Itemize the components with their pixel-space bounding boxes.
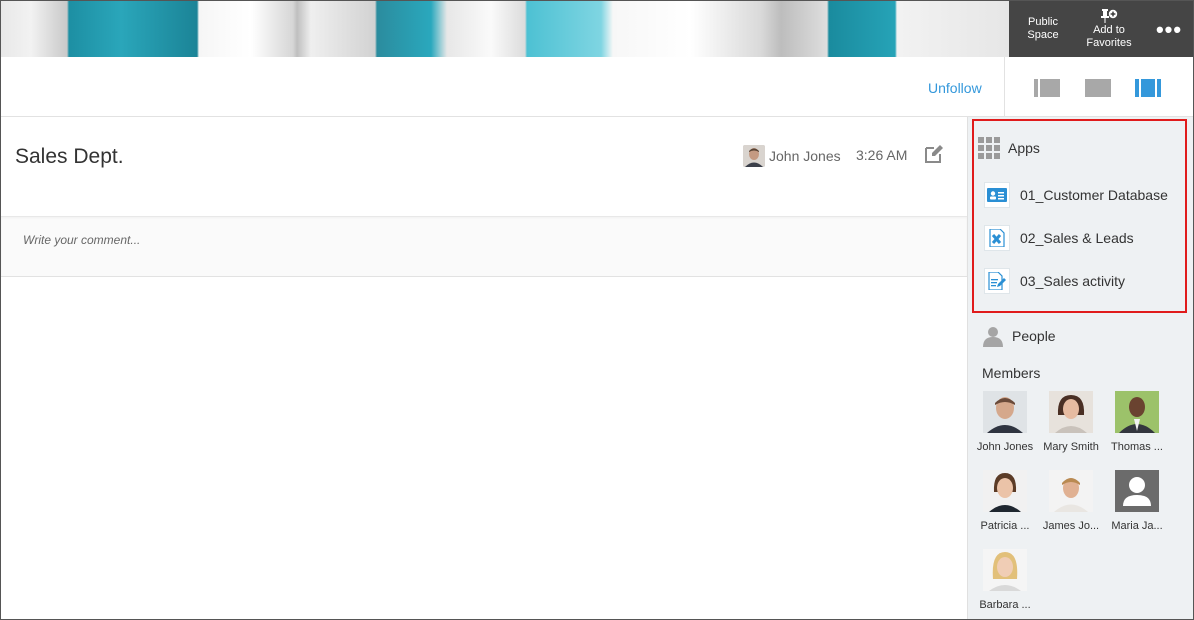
customer-card-icon <box>984 182 1010 208</box>
avatar <box>1049 470 1093 512</box>
thread-toolbar: Unfollow <box>1 57 1193 117</box>
comment-placeholder: Write your comment... <box>23 233 141 247</box>
member-name: James Jo... <box>1042 520 1100 532</box>
people-section-title: People <box>982 325 1056 347</box>
document-edit-icon <box>984 268 1010 294</box>
thread-timestamp: 3:26 AM <box>856 147 908 163</box>
thread-header: Sales Dept. John Jones 3:26 AM <box>1 117 967 217</box>
author-name: John Jones <box>769 148 841 164</box>
avatar <box>983 549 1027 591</box>
members-label: Members <box>982 365 1041 381</box>
member-avatar[interactable]: Patricia ... <box>974 470 1036 532</box>
avatar <box>983 391 1027 433</box>
app-sales-leads[interactable]: 02_Sales & Leads <box>984 224 1134 252</box>
more-options-button[interactable]: ••• <box>1151 1 1187 57</box>
layout-full-width-icon[interactable] <box>1085 79 1111 97</box>
pin-plus-icon <box>1101 8 1118 23</box>
member-avatar[interactable]: Mary Smith <box>1040 391 1102 453</box>
more-dots-icon: ••• <box>1155 16 1183 42</box>
favorites-label-line1: Add to <box>1093 23 1125 36</box>
app-customer-database[interactable]: 01_Customer Database <box>984 181 1168 209</box>
member-name: Thomas ... <box>1111 441 1163 453</box>
member-avatar[interactable]: Thomas ... <box>1106 391 1168 453</box>
member-name: Patricia ... <box>980 520 1030 532</box>
people-title-label: People <box>1012 328 1056 344</box>
public-space-label-line1: Public <box>1028 16 1058 28</box>
public-space-label-line2: Space <box>1027 29 1059 41</box>
thread-title: Sales Dept. <box>15 145 124 168</box>
avatar <box>1115 391 1159 433</box>
unfollow-link[interactable]: Unfollow <box>928 80 982 96</box>
member-avatar[interactable]: John Jones <box>974 391 1036 453</box>
member-name: John Jones <box>976 441 1034 453</box>
comment-input[interactable]: Write your comment... <box>1 217 967 277</box>
add-to-favorites-button[interactable]: Add to Favorites <box>1081 1 1137 57</box>
person-icon <box>983 327 1003 347</box>
spreadsheet-icon <box>984 225 1010 251</box>
author-avatar <box>743 145 765 167</box>
apps-section-title: Apps <box>978 137 1040 159</box>
member-name: Maria Ja... <box>1111 520 1163 532</box>
app-label: 02_Sales & Leads <box>1020 230 1134 246</box>
avatar <box>1049 391 1093 433</box>
toolbar-divider <box>1004 57 1005 117</box>
member-name: Barbara ... <box>979 599 1031 611</box>
thread-author[interactable]: John Jones <box>743 145 841 167</box>
member-name: Mary Smith <box>1043 441 1099 453</box>
apps-title-label: Apps <box>1008 140 1040 156</box>
layout-left-sidebar-icon[interactable] <box>1034 79 1060 97</box>
layout-both-sidebars-icon[interactable] <box>1135 79 1161 97</box>
avatar <box>983 470 1027 512</box>
app-label: 01_Customer Database <box>1020 187 1168 203</box>
app-label: 03_Sales activity <box>1020 273 1126 289</box>
member-avatar[interactable]: Barbara ... <box>974 549 1036 611</box>
default-user-icon <box>1115 470 1159 512</box>
right-sidebar: Apps 01_Customer Database 02_Sales & Lea… <box>967 117 1193 619</box>
app-sales-activity[interactable]: 03_Sales activity <box>984 267 1125 295</box>
public-space-button[interactable]: Public Space <box>1019 1 1067 57</box>
member-avatar[interactable]: James Jo... <box>1040 470 1102 532</box>
edit-icon[interactable] <box>923 143 945 165</box>
apps-grid-icon <box>978 137 1000 159</box>
favorites-label-line2: Favorites <box>1086 36 1132 49</box>
member-avatar[interactable]: Maria Ja... <box>1106 470 1168 532</box>
app-window: Public Space Add to Favorites ••• Unfoll… <box>0 0 1194 620</box>
